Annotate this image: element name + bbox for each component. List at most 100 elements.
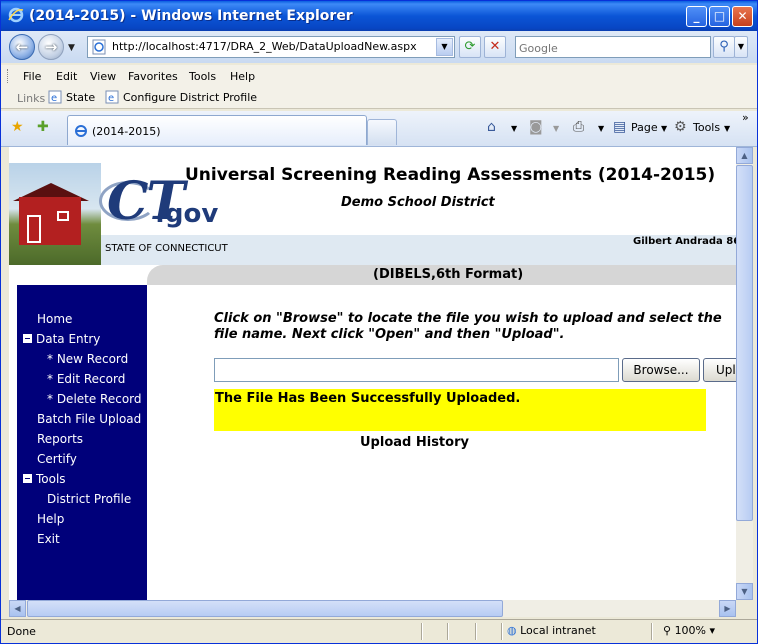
barn-window: [57, 211, 69, 221]
forward-arrow-icon: →: [44, 38, 58, 56]
menu-file[interactable]: File: [23, 70, 41, 83]
browse-button[interactable]: Browse...: [622, 358, 700, 382]
svg-text:e: e: [108, 93, 114, 104]
sidebar-item-district-profile[interactable]: District Profile: [47, 492, 131, 506]
format-bar: (DIBELS,6th Format): [147, 265, 736, 285]
search-icon[interactable]: ⚲: [713, 36, 735, 58]
search-options-icon[interactable]: ▼: [734, 36, 748, 58]
tools-menu[interactable]: Tools: [693, 121, 720, 134]
tab-bar: ★ ✚ (2014-2015) ⌂ ▼ ◙ ▼ ⎙ ▼ ▤ Page ▼ ⚙ T…: [1, 111, 757, 147]
menu-help[interactable]: Help: [230, 70, 255, 83]
maximize-button[interactable]: □: [709, 6, 730, 27]
sidebar-item-data-entry[interactable]: Data Entry: [23, 332, 100, 346]
sidebar-item-new-record[interactable]: * New Record: [47, 352, 128, 366]
menu-edit[interactable]: Edit: [56, 70, 77, 83]
status-separator: [475, 623, 477, 640]
intranet-globe-icon: ◍: [507, 624, 517, 637]
zoom-label: 100%: [674, 624, 707, 637]
collapse-icon[interactable]: [23, 474, 32, 483]
print-dropdown-icon[interactable]: ▼: [598, 124, 604, 133]
sidebar-item-certify[interactable]: Certify: [37, 452, 77, 466]
favorites-star-icon[interactable]: ★: [11, 119, 24, 135]
horizontal-scroll-thumb[interactable]: [27, 600, 503, 617]
vertical-scroll-thumb[interactable]: [736, 165, 753, 521]
scroll-left-icon[interactable]: ◀: [9, 600, 26, 617]
logo-gov: .gov: [155, 199, 219, 229]
close-button[interactable]: ✕: [732, 6, 753, 27]
sidebar-item-help[interactable]: Help: [37, 512, 64, 526]
site-header: CT .gov STATE OF CONNECTICUT Universal S…: [9, 163, 751, 265]
status-separator: [651, 623, 653, 640]
security-zone[interactable]: ◍ Local intranet: [507, 624, 596, 637]
tools-dropdown-icon[interactable]: ▼: [724, 124, 730, 133]
address-bar[interactable]: http://localhost:4717/DRA_2_Web/DataUplo…: [87, 36, 455, 58]
internet-explorer-icon: [8, 7, 24, 23]
barn-image: [19, 197, 81, 245]
status-separator: [421, 623, 423, 640]
search-box[interactable]: [515, 36, 711, 58]
scroll-up-icon[interactable]: ▲: [736, 147, 753, 164]
address-dropdown-icon[interactable]: ▼: [436, 38, 453, 56]
status-separator: [501, 623, 503, 640]
home-icon[interactable]: ⌂: [487, 119, 496, 135]
toolbar-grip: [7, 69, 10, 83]
page-icon: [92, 39, 106, 55]
collapse-icon[interactable]: [23, 334, 32, 343]
link-state-label: State: [66, 91, 96, 104]
url-text[interactable]: http://localhost:4717/DRA_2_Web/DataUplo…: [112, 40, 417, 53]
scroll-right-icon[interactable]: ▶: [719, 600, 736, 617]
address-toolbar: ← → ▼ http://localhost:4717/DRA_2_Web/Da…: [1, 31, 757, 63]
links-bar: Links e State e Configure District Profile: [1, 87, 757, 109]
page-menu[interactable]: Page: [631, 121, 658, 134]
link-configure-district-profile[interactable]: e Configure District Profile: [105, 90, 257, 104]
link-state[interactable]: e State: [48, 90, 95, 104]
menu-favorites[interactable]: Favorites: [128, 70, 178, 83]
menu-tools[interactable]: Tools: [189, 70, 216, 83]
zoom-level[interactable]: ⚲ 100% ▾: [663, 624, 715, 637]
home-dropdown-icon[interactable]: ▼: [511, 124, 517, 133]
search-input[interactable]: [519, 39, 707, 58]
file-path-input[interactable]: [214, 358, 619, 382]
sidebar-item-edit-record[interactable]: * Edit Record: [47, 372, 125, 386]
history-dropdown-icon[interactable]: ▼: [68, 43, 75, 53]
print-icon[interactable]: ⎙: [573, 119, 584, 135]
sidebar-item-delete-record[interactable]: * Delete Record: [47, 392, 142, 406]
zoom-magnifier-icon: ⚲: [663, 624, 672, 637]
refresh-icon[interactable]: ⟳: [459, 36, 481, 58]
menu-view[interactable]: View: [90, 70, 116, 83]
sidebar-item-data-entry-label: Data Entry: [36, 332, 101, 346]
vertical-scrollbar[interactable]: ▲ ▼: [736, 147, 753, 600]
sidebar: Home Data Entry * New Record * Edit Reco…: [17, 285, 147, 600]
stop-icon[interactable]: ✕: [484, 36, 506, 58]
forward-button[interactable]: →: [38, 34, 64, 60]
scroll-down-icon[interactable]: ▼: [736, 583, 753, 600]
new-tab-button[interactable]: [367, 119, 397, 145]
sidebar-item-home[interactable]: Home: [37, 312, 72, 326]
sidebar-item-exit[interactable]: Exit: [37, 532, 60, 546]
sidebar-item-reports[interactable]: Reports: [37, 432, 83, 446]
ie-tab-icon: [75, 125, 87, 137]
feeds-dropdown-icon[interactable]: ▼: [553, 124, 559, 133]
back-button[interactable]: ←: [9, 34, 35, 60]
feeds-icon[interactable]: ◙: [529, 119, 543, 135]
user-name: Gilbert Andrada 860-: [633, 236, 752, 247]
links-label: Links: [17, 92, 46, 105]
add-favorites-icon[interactable]: ✚: [37, 119, 49, 135]
state-of-connecticut: STATE OF CONNECTICUT: [105, 243, 228, 254]
ie-page-icon: e: [105, 90, 119, 104]
tools-gear-icon[interactable]: ⚙: [674, 119, 687, 135]
title-bar: (2014-2015) - Windows Internet Explorer …: [1, 1, 757, 31]
minimize-button[interactable]: _: [686, 6, 707, 27]
page-dropdown-icon[interactable]: ▼: [661, 124, 667, 133]
horizontal-scrollbar[interactable]: ◀ ▶: [9, 600, 736, 617]
sidebar-item-tools[interactable]: Tools: [23, 472, 66, 486]
menu-bar: File Edit View Favorites Tools Help: [1, 65, 757, 87]
barn-door: [27, 215, 41, 243]
page-menu-icon[interactable]: ▤: [613, 119, 626, 135]
chevron-more-icon[interactable]: »: [742, 111, 749, 124]
sidebar-item-batch-file-upload[interactable]: Batch File Upload: [37, 412, 141, 426]
success-message: The File Has Been Successfully Uploaded.: [215, 391, 521, 406]
link-configure-label: Configure District Profile: [123, 91, 258, 104]
back-arrow-icon: ←: [15, 38, 29, 56]
tab-active[interactable]: (2014-2015): [67, 115, 367, 145]
